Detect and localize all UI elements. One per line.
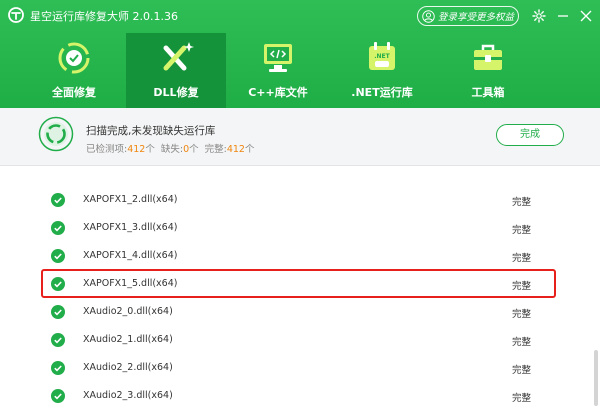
user-icon [422, 9, 435, 23]
done-button[interactable]: 完成 [496, 124, 564, 146]
dll-file-list: XAPOFX1_2.dll(x64) 完整 XAPOFX1_3.dll(x64)… [0, 186, 590, 410]
complete-count: 412 [226, 144, 245, 155]
tab-dll-repair[interactable]: DLL修复 [126, 33, 226, 108]
minimize-icon[interactable] [556, 9, 570, 23]
login-button[interactable]: 登录享受更多权益 [417, 6, 519, 26]
missing-label: 缺失: [160, 144, 184, 155]
app-header: 星空运行库修复大师 2.0.1.36 登录享受更多权益 全面修复 DLL修复 C… [0, 0, 600, 108]
file-name: XAPOFX1_4.dll(x64) [83, 250, 178, 261]
file-row[interactable]: XAPOFX1_3.dll(x64) 完整 [0, 214, 590, 242]
file-status: 完整 [512, 365, 532, 376]
file-row[interactable]: XAPOFX1_2.dll(x64) 完整 [0, 186, 590, 214]
check-circle-icon [51, 193, 65, 207]
file-name: XAPOFX1_3.dll(x64) [83, 222, 178, 233]
title-bar[interactable]: 星空运行库修复大师 2.0.1.36 登录享受更多权益 [0, 0, 600, 32]
close-icon[interactable] [579, 9, 593, 23]
file-row[interactable]: XAudio2_3.dll(x64) 完整 [0, 382, 590, 410]
scrollbar-thumb[interactable] [594, 350, 598, 406]
file-row[interactable]: XAPOFX1_4.dll(x64) 完整 [0, 242, 590, 270]
file-name: XAPOFX1_2.dll(x64) [83, 194, 178, 205]
unit-label: 个 [189, 144, 199, 155]
net-calendar-icon: .NET [369, 42, 395, 70]
check-circle-icon [51, 305, 65, 319]
tab-label: C++库文件 [248, 86, 308, 99]
tab-cpp-libraries[interactable]: C++库文件 [228, 33, 328, 108]
app-logo-icon [8, 7, 24, 23]
file-status: 完整 [512, 309, 532, 320]
file-name: XAPOFX1_5.dll(x64) [83, 278, 178, 289]
tools-sparkle-icon [163, 42, 194, 71]
file-status: 完整 [512, 253, 532, 264]
check-circle-icon [51, 277, 65, 291]
file-status: 完整 [512, 337, 532, 348]
file-name: XAudio2_3.dll(x64) [83, 390, 173, 401]
main-nav: 全面修复 DLL修复 C++库文件 .NET .NET运行库 工具箱 [0, 33, 600, 108]
check-circle-icon [51, 221, 65, 235]
file-status: 完整 [512, 197, 532, 208]
tab-label: 全面修复 [52, 86, 96, 99]
file-name: XAudio2_0.dll(x64) [83, 306, 173, 317]
file-status: 完整 [512, 281, 532, 292]
file-row[interactable]: XAudio2_0.dll(x64) 完整 [0, 298, 590, 326]
tab-full-repair[interactable]: 全面修复 [24, 33, 124, 108]
scan-status-detail: 已检测项:412个 缺失:0个 完整:412个 [86, 141, 254, 155]
file-name: XAudio2_1.dll(x64) [83, 334, 173, 345]
file-row[interactable]: XAudio2_1.dll(x64) 完整 [0, 326, 590, 354]
file-name: XAudio2_2.dll(x64) [83, 362, 173, 373]
complete-label: 完整: [204, 144, 227, 155]
check-circle-icon [51, 249, 65, 263]
unit-label: 个 [145, 144, 155, 155]
tab-toolbox[interactable]: 工具箱 [438, 33, 538, 108]
svg-text:.NET: .NET [374, 53, 390, 60]
unit-label: 个 [244, 144, 255, 155]
recycle-icon [58, 42, 90, 74]
tab-label: DLL修复 [153, 86, 199, 99]
check-circle-icon [51, 361, 65, 375]
tab-dotnet-runtime[interactable]: .NET .NET运行库 [332, 33, 432, 108]
scan-status-title: 扫描完成,未发现缺失运行库 [86, 125, 216, 137]
checked-count: 412 [127, 144, 146, 155]
scan-complete-icon [38, 116, 74, 152]
tab-label: .NET运行库 [351, 86, 413, 99]
settings-gear-icon[interactable] [532, 9, 546, 23]
tab-label: 工具箱 [471, 86, 505, 99]
app-title: 星空运行库修复大师 2.0.1.36 [30, 10, 178, 23]
toolbox-icon [474, 44, 502, 70]
checked-label: 已检测项: [86, 144, 128, 155]
code-monitor-icon [264, 44, 292, 72]
file-status: 完整 [512, 225, 532, 236]
login-label: 登录享受更多权益 [438, 12, 515, 23]
file-row[interactable]: XAudio2_2.dll(x64) 完整 [0, 354, 590, 382]
check-circle-icon [51, 389, 65, 403]
check-circle-icon [51, 333, 65, 347]
file-row-highlighted[interactable]: XAPOFX1_5.dll(x64) 完整 [0, 270, 590, 298]
file-status: 完整 [512, 393, 532, 404]
